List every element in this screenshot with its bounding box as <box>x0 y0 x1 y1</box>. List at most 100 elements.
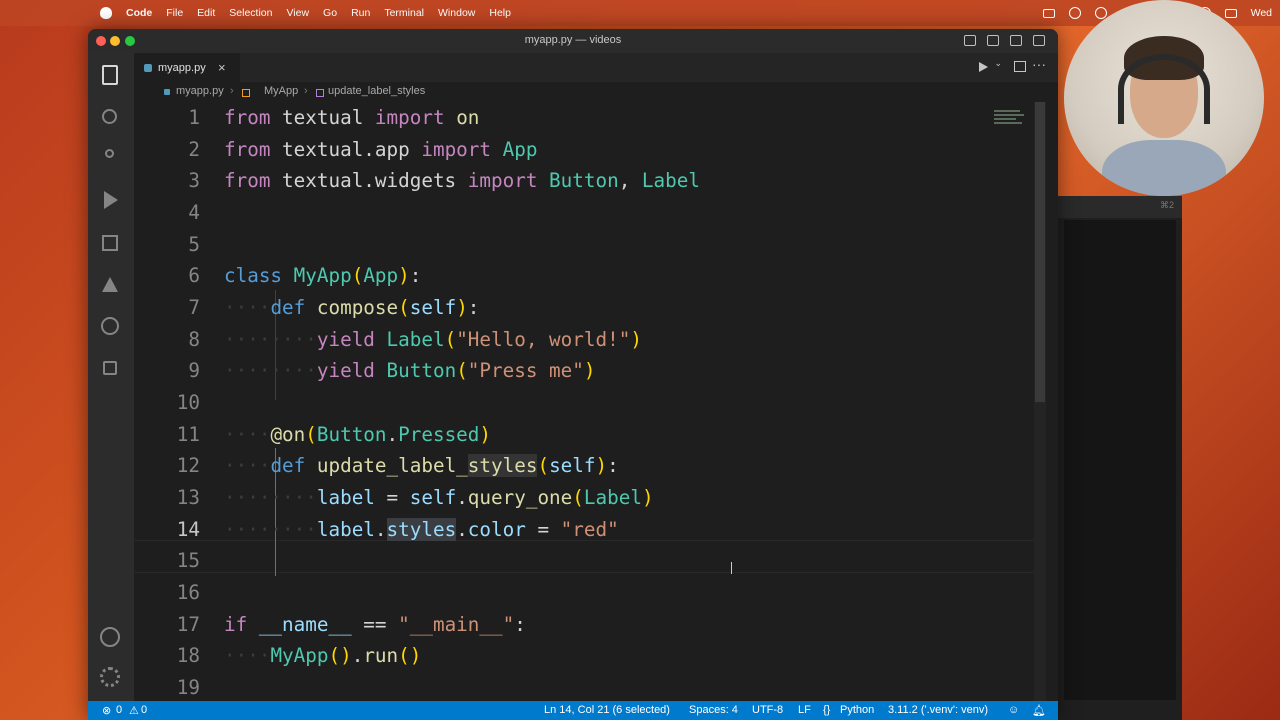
indentation-setting[interactable]: Spaces: 4 <box>689 704 738 716</box>
focus-icon[interactable] <box>1068 7 1081 19</box>
apple-icon[interactable] <box>100 7 112 19</box>
menu-window[interactable]: Window <box>438 7 475 19</box>
line-number: 13 <box>176 486 200 509</box>
python-file-icon <box>144 64 152 72</box>
menu-help[interactable]: Help <box>489 7 511 19</box>
window-title: myapp.py — videos <box>524 34 622 46</box>
menubar-clock[interactable]: Wed <box>1251 7 1272 19</box>
settings-gear-icon[interactable] <box>100 667 120 687</box>
customize-layout-icon[interactable] <box>1033 35 1045 46</box>
line-number: 3 <box>188 169 200 192</box>
menu-selection[interactable]: Selection <box>229 7 272 19</box>
language-mode[interactable]: Python <box>840 704 874 716</box>
menu-run[interactable]: Run <box>351 7 370 19</box>
line-number: 17 <box>176 613 200 636</box>
class-symbol-icon <box>242 89 250 97</box>
breadcrumb-file[interactable]: myapp.py <box>176 85 224 97</box>
screen-record-icon[interactable] <box>1042 8 1055 18</box>
macos-menubar: Code File Edit Selection View Go Run Ter… <box>0 0 1280 26</box>
code-line-11: ····@on(Button.Pressed) <box>224 423 492 446</box>
terminal-pane[interactable] <box>1064 220 1176 700</box>
code-line-12: ····def update_label_styles(self): <box>224 454 619 477</box>
menu-view[interactable]: View <box>286 7 309 19</box>
headphones-icon <box>1118 54 1210 124</box>
gitlens-icon[interactable] <box>101 317 119 335</box>
code-line-14: ········label.styles.color = "red" <box>224 518 619 541</box>
activity-bar <box>88 53 134 701</box>
menu-edit[interactable]: Edit <box>197 7 215 19</box>
file-encoding[interactable]: UTF-8 <box>752 704 783 716</box>
presenter-shirt <box>1102 140 1226 196</box>
line-number: 2 <box>188 138 200 161</box>
search-icon[interactable] <box>102 109 117 124</box>
line-number: 10 <box>176 391 200 414</box>
python-file-icon <box>164 89 170 95</box>
toggle-sidebar-icon[interactable] <box>964 35 976 46</box>
line-number: 6 <box>188 264 200 287</box>
control-center-icon[interactable] <box>1224 8 1237 18</box>
run-python-file-icon[interactable] <box>979 62 988 72</box>
code-editor[interactable]: 1 2 3 4 5 6 7 8 9 10 11 12 13 14 15 16 1… <box>134 102 1046 701</box>
tab-myapp-py[interactable]: myapp.py × <box>134 53 240 83</box>
toggle-panel-icon[interactable] <box>987 35 999 46</box>
status-bar: ⊗ 0 ⚠ 0 Ln 14, Col 21 (6 selected) Space… <box>88 701 1058 720</box>
scrollbar-thumb[interactable] <box>1035 102 1045 402</box>
code-line-3: from textual.widgets import Button, Labe… <box>224 169 700 192</box>
mouse-cursor <box>731 562 732 574</box>
moon-icon[interactable] <box>1094 7 1107 19</box>
code-line-7: ····def compose(self): <box>224 296 480 319</box>
code-line-9: ········yield Button("Press me") <box>224 359 596 382</box>
line-number: 15 <box>176 549 200 572</box>
source-control-icon[interactable] <box>105 149 114 158</box>
method-symbol-icon <box>316 89 324 97</box>
error-count[interactable]: 0 <box>116 704 122 716</box>
line-number: 11 <box>176 423 200 446</box>
current-line-highlight <box>134 540 1046 573</box>
run-menu-chevron-icon[interactable]: ⌄ <box>994 58 1002 69</box>
tab-label: myapp.py <box>158 62 206 74</box>
menu-terminal[interactable]: Terminal <box>384 7 424 19</box>
errors-icon[interactable]: ⊗ <box>102 704 111 717</box>
breadcrumb: myapp.py › MyApp › update_label_styles <box>134 82 1058 102</box>
end-of-line[interactable]: LF <box>798 704 811 716</box>
split-editor-icon[interactable] <box>1014 61 1026 72</box>
line-number: 9 <box>188 359 200 382</box>
code-line-2: from textual.app import App <box>224 138 538 161</box>
menu-file[interactable]: File <box>166 7 183 19</box>
webcam-overlay <box>1064 0 1264 196</box>
explorer-icon[interactable] <box>102 65 118 85</box>
warning-count[interactable]: 0 <box>141 704 147 716</box>
secondary-window: ⌘2 <box>1058 196 1182 720</box>
code-line-18: ····MyApp().run() <box>224 644 422 667</box>
line-number: 12 <box>176 454 200 477</box>
vertical-scrollbar[interactable] <box>1034 102 1046 701</box>
menu-go[interactable]: Go <box>323 7 337 19</box>
testing-icon[interactable] <box>102 277 118 292</box>
editor-tabs: myapp.py × ⌄ ··· <box>134 53 1058 83</box>
cursor-position[interactable]: Ln 14, Col 21 (6 selected) <box>544 704 670 716</box>
feedback-icon[interactable]: ☺ <box>1008 704 1019 716</box>
close-tab-icon[interactable]: × <box>218 60 226 75</box>
accounts-icon[interactable] <box>100 627 120 647</box>
code-line-13: ········label = self.query_one(Label) <box>224 486 654 509</box>
code-line-17: if __name__ == "__main__": <box>224 613 526 636</box>
breadcrumb-class[interactable]: MyApp <box>264 85 298 97</box>
code-line-6: class MyApp(App): <box>224 264 422 287</box>
minimap[interactable] <box>994 108 1026 136</box>
remote-explorer-icon[interactable] <box>103 361 117 375</box>
menu-app-name[interactable]: Code <box>126 7 152 19</box>
notifications-bell-icon[interactable]: 🔔︎ <box>1032 704 1046 717</box>
line-number: 16 <box>176 581 200 604</box>
breadcrumb-method[interactable]: update_label_styles <box>328 85 425 97</box>
toggle-secondary-sidebar-icon[interactable] <box>1010 35 1022 46</box>
secondary-window-titlebar: ⌘2 <box>1058 196 1182 218</box>
line-number: 1 <box>188 106 200 129</box>
run-debug-icon[interactable] <box>104 191 118 209</box>
more-actions-icon[interactable]: ··· <box>1032 56 1046 72</box>
window-titlebar: myapp.py — videos <box>88 29 1058 54</box>
code-line-8: ········yield Label("Hello, world!") <box>224 328 642 351</box>
warnings-icon[interactable]: ⚠ <box>129 704 139 717</box>
python-interpreter[interactable]: 3.11.2 ('.venv': venv) <box>888 704 988 716</box>
extensions-icon[interactable] <box>102 235 118 251</box>
window-shortcut-label: ⌘2 <box>1159 200 1174 210</box>
